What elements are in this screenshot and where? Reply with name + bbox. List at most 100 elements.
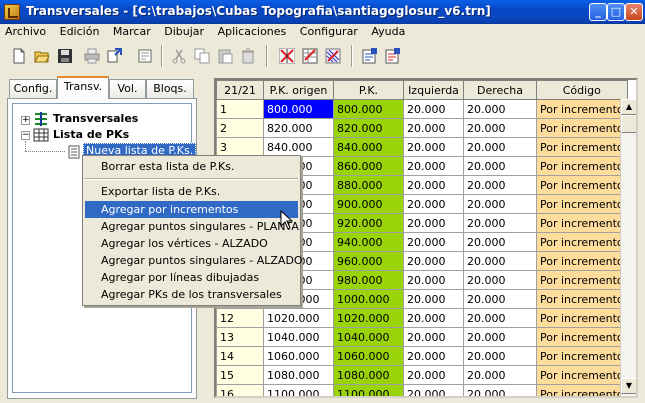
- menu-archivo[interactable]: Archivo: [0, 24, 51, 40]
- collapse-lista-pks-button[interactable]: −: [21, 131, 30, 140]
- cell-codigo[interactable]: Por incremento: [536, 251, 628, 271]
- cell-izquierda[interactable]: 20.000: [403, 289, 464, 309]
- column-header-derecha[interactable]: Derecha: [463, 80, 537, 100]
- column-header-pk[interactable]: P.K.: [333, 80, 404, 100]
- cell-pk[interactable]: 960.000: [333, 251, 404, 271]
- cell-codigo[interactable]: Por incremento: [536, 270, 628, 290]
- menu-marcar[interactable]: Marcar: [108, 24, 156, 40]
- menu-aplicaciones[interactable]: Aplicaciones: [213, 24, 292, 40]
- cell-pk-origen[interactable]: 840.000: [263, 137, 334, 157]
- cell-codigo[interactable]: Por incremento: [536, 213, 628, 233]
- cell-codigo[interactable]: Por incremento: [536, 308, 628, 328]
- cell-codigo[interactable]: Por incremento: [536, 99, 628, 119]
- menu-item-agregar-incrementos[interactable]: Agregar por incrementos: [85, 201, 298, 218]
- cell-derecha[interactable]: 20.000: [463, 118, 537, 138]
- minimize-button[interactable]: _: [589, 3, 607, 21]
- cell-izquierda[interactable]: 20.000: [403, 213, 464, 233]
- scroll-thumb[interactable]: [621, 115, 636, 133]
- cell-derecha[interactable]: 20.000: [463, 346, 537, 366]
- menu-dibujar[interactable]: Dibujar: [159, 24, 209, 40]
- cell-pk[interactable]: 840.000: [333, 137, 404, 157]
- column-header-codigo[interactable]: Código: [536, 80, 628, 100]
- column-header-pk-origen[interactable]: P.K. origen: [263, 80, 334, 100]
- cell-derecha[interactable]: 20.000: [463, 175, 537, 195]
- cell-derecha[interactable]: 20.000: [463, 251, 537, 271]
- cell-codigo[interactable]: Por incremento: [536, 346, 628, 366]
- cell-pk-origen[interactable]: 820.000: [263, 118, 334, 138]
- import-button[interactable]: [359, 45, 381, 67]
- tab-transv[interactable]: Transv.: [57, 76, 109, 99]
- cell-derecha[interactable]: 20.000: [463, 308, 537, 328]
- cell-izquierda[interactable]: 20.000: [403, 251, 464, 271]
- cell-izquierda[interactable]: 20.000: [403, 346, 464, 366]
- title-bar[interactable]: Transversales - [C:\trabajos\Cubas Topog…: [0, 0, 645, 24]
- cell-codigo[interactable]: Por incremento: [536, 137, 628, 157]
- export-table-button[interactable]: [382, 45, 404, 67]
- tree-node-transversales[interactable]: Transversales: [53, 112, 138, 125]
- cell-derecha[interactable]: 20.000: [463, 384, 537, 396]
- cell-codigo[interactable]: Por incremento: [536, 175, 628, 195]
- cell-izquierda[interactable]: 20.000: [403, 194, 464, 214]
- menu-item-singulares-alzado[interactable]: Agregar puntos singulares - ALZADO: [85, 252, 303, 269]
- vertical-scrollbar[interactable]: ▲ ▼: [620, 99, 636, 396]
- row-number[interactable]: 15: [216, 365, 264, 385]
- column-header-izquierda[interactable]: Izquierda: [403, 80, 464, 100]
- cell-pk[interactable]: 980.000: [333, 270, 404, 290]
- row-number[interactable]: 3: [216, 137, 264, 157]
- cell-codigo[interactable]: Por incremento: [536, 232, 628, 252]
- table-row[interactable]: 16 1100.000 1100.000 20.000 20.000 Por increm…: [216, 384, 628, 396]
- cell-derecha[interactable]: 20.000: [463, 194, 537, 214]
- save-button[interactable]: [54, 45, 76, 67]
- row-number[interactable]: 13: [216, 327, 264, 347]
- copy-button[interactable]: [191, 45, 213, 67]
- menu-item-exportar-lista[interactable]: Exportar lista de P.Ks.: [85, 183, 298, 200]
- draw-transversals-button[interactable]: [276, 45, 298, 67]
- scroll-up-button[interactable]: ▲: [621, 99, 636, 115]
- cell-izquierda[interactable]: 20.000: [403, 365, 464, 385]
- cell-pk[interactable]: 820.000: [333, 118, 404, 138]
- row-number[interactable]: 1: [216, 99, 264, 119]
- cell-codigo[interactable]: Por incremento: [536, 289, 628, 309]
- new-file-button[interactable]: [8, 45, 30, 67]
- table-row[interactable]: 15 1080.000 1080.000 20.000 20.000 Por increm…: [216, 365, 628, 385]
- table-row[interactable]: 13 1040.000 1040.000 20.000 20.000 Por increm…: [216, 327, 628, 347]
- cell-derecha[interactable]: 20.000: [463, 213, 537, 233]
- draw-hatch-button[interactable]: [322, 45, 344, 67]
- tab-config[interactable]: Config.: [9, 79, 57, 98]
- cell-codigo[interactable]: Por incremento: [536, 384, 628, 396]
- menu-item-singulares-planta[interactable]: Agregar puntos singulares - PLANTA: [85, 218, 299, 235]
- maximize-button[interactable]: □: [607, 3, 625, 21]
- cell-codigo[interactable]: Por incremento: [536, 327, 628, 347]
- cell-pk-origen[interactable]: 1020.000: [263, 308, 334, 328]
- cell-derecha[interactable]: 20.000: [463, 137, 537, 157]
- cell-pk[interactable]: 1000.000: [333, 289, 404, 309]
- menu-item-lineas-dibujadas[interactable]: Agregar por líneas dibujadas: [85, 269, 298, 286]
- cell-izquierda[interactable]: 20.000: [403, 384, 464, 396]
- cell-pk-origen[interactable]: 1060.000: [263, 346, 334, 366]
- cell-izquierda[interactable]: 20.000: [403, 270, 464, 290]
- menu-item-pks-transversales[interactable]: Agregar PKs de los transversales: [85, 286, 298, 303]
- cell-derecha[interactable]: 20.000: [463, 156, 537, 176]
- cell-pk-origen[interactable]: 800.000: [263, 99, 334, 119]
- row-number[interactable]: 2: [216, 118, 264, 138]
- tab-bloqs[interactable]: Bloqs.: [146, 79, 194, 98]
- table-row[interactable]: 1 800.000 800.000 20.000 20.000 Por increment…: [216, 99, 628, 119]
- cell-izquierda[interactable]: 20.000: [403, 232, 464, 252]
- cell-izquierda[interactable]: 20.000: [403, 99, 464, 119]
- expand-transversales-button[interactable]: +: [21, 116, 30, 125]
- menu-edicion[interactable]: Edición: [55, 24, 105, 40]
- grid-corner[interactable]: 21/21: [216, 80, 264, 100]
- print-button[interactable]: [81, 45, 103, 67]
- cell-derecha[interactable]: 20.000: [463, 270, 537, 290]
- cell-derecha[interactable]: 20.000: [463, 327, 537, 347]
- cell-derecha[interactable]: 20.000: [463, 232, 537, 252]
- table-row[interactable]: 14 1060.000 1060.000 20.000 20.000 Por increm…: [216, 346, 628, 366]
- cell-derecha[interactable]: 20.000: [463, 365, 537, 385]
- cell-pk[interactable]: 920.000: [333, 213, 404, 233]
- cell-izquierda[interactable]: 20.000: [403, 137, 464, 157]
- cell-pk-origen[interactable]: 1080.000: [263, 365, 334, 385]
- open-button[interactable]: [31, 45, 53, 67]
- cell-codigo[interactable]: Por incremento: [536, 118, 628, 138]
- cell-derecha[interactable]: 20.000: [463, 289, 537, 309]
- cell-izquierda[interactable]: 20.000: [403, 327, 464, 347]
